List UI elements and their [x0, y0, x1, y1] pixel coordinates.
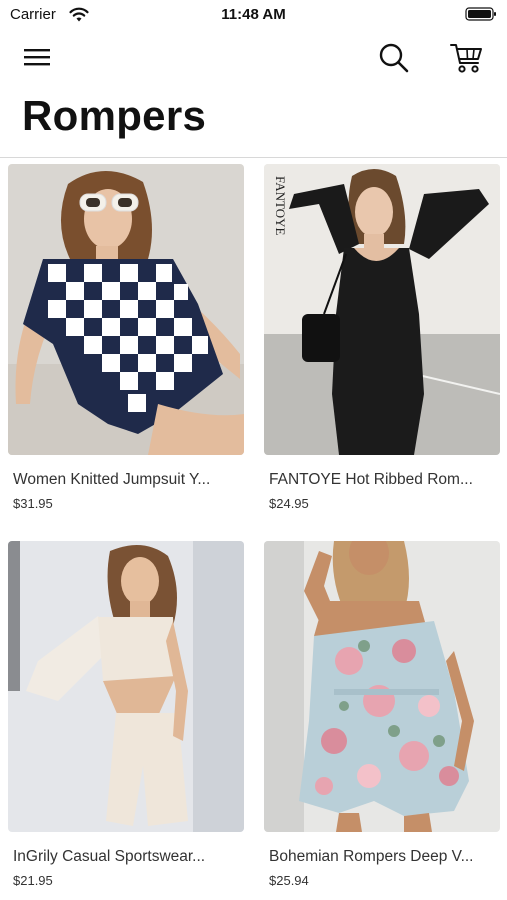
product-card[interactable]: Women Knitted Jumpsuit Y... $31.95	[8, 164, 244, 511]
cart-icon	[450, 44, 482, 73]
search-icon	[379, 43, 409, 73]
product-card[interactable]: FANTOYE FANTOYE Hot Ribbed Rom... $24.95	[264, 164, 500, 511]
product-card[interactable]: InGrily Casual Sportswear... $21.95	[8, 541, 244, 888]
page-title: Rompers	[22, 92, 207, 139]
product-image[interactable]: FANTOYE	[264, 164, 500, 455]
product-image[interactable]	[8, 164, 244, 455]
product-name[interactable]: FANTOYE Hot Ribbed Rom...	[264, 471, 500, 489]
product-price: $21.95	[13, 873, 53, 888]
product-image[interactable]	[264, 541, 500, 832]
product-name[interactable]: Bohemian Rompers Deep V...	[264, 848, 500, 866]
product-name[interactable]: Women Knitted Jumpsuit Y...	[8, 471, 244, 489]
product-price: $31.95	[13, 496, 53, 511]
search-button[interactable]	[376, 40, 412, 76]
hamburger-menu-icon	[24, 49, 50, 66]
product-card[interactable]: Bohemian Rompers Deep V... $25.94	[264, 541, 500, 888]
status-bar: Carrier 11:48 AM	[0, 0, 507, 30]
product-price: $24.95	[269, 496, 309, 511]
menu-button[interactable]	[22, 44, 56, 72]
product-image[interactable]	[8, 541, 244, 832]
product-name[interactable]: InGrily Casual Sportswear...	[8, 848, 244, 866]
brand-watermark: FANTOYE	[273, 176, 288, 236]
status-time: 11:48 AM	[221, 6, 286, 23]
product-price: $25.94	[269, 873, 309, 888]
battery-icon	[465, 7, 496, 21]
header-divider	[0, 157, 507, 158]
navigation-bar	[0, 30, 507, 88]
cart-button[interactable]	[448, 39, 486, 77]
